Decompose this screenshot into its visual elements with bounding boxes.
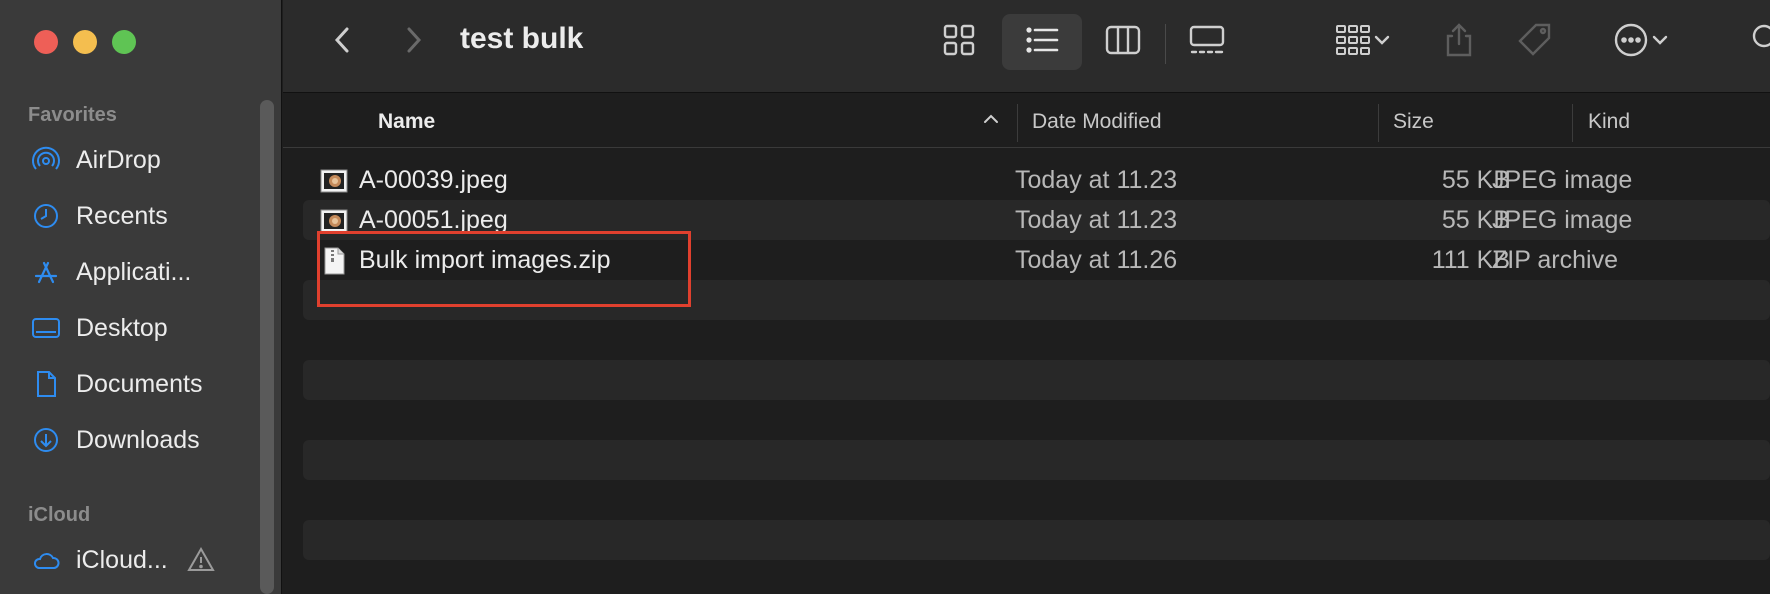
sidebar-heading-favorites: Favorites [28, 104, 117, 126]
grid-icon [940, 21, 978, 64]
share-icon [1440, 21, 1478, 64]
column-view-button[interactable] [1101, 20, 1145, 64]
sidebar-heading-icloud: iCloud [28, 504, 91, 526]
sidebar-item-label: iCloud... [76, 545, 168, 574]
highlight-box [317, 231, 691, 307]
file-date-modified: Today at 11.26 [1015, 246, 1178, 274]
sidebar-item-label: Recents [76, 201, 168, 230]
gallery-icon [1188, 21, 1226, 64]
column-divider[interactable] [1378, 104, 1379, 142]
sidebar-item-desktop[interactable]: Desktop [30, 308, 260, 348]
column-header-date-modified[interactable]: Date Modified [1032, 110, 1162, 134]
document-icon [30, 368, 62, 400]
sidebar: Favorites AirDrop Recents Applicati... D… [0, 0, 282, 594]
list-view-button[interactable] [1002, 14, 1082, 70]
clock-icon [30, 200, 62, 232]
tag-button[interactable] [1513, 20, 1557, 64]
column-header-kind[interactable]: Kind [1588, 110, 1630, 134]
share-button[interactable] [1437, 20, 1481, 64]
gallery-view-button[interactable] [1185, 20, 1229, 64]
applications-icon [30, 256, 62, 288]
forward-button[interactable] [391, 20, 435, 64]
icon-view-button[interactable] [937, 20, 981, 64]
airdrop-icon [30, 144, 62, 176]
search-icon [1749, 21, 1770, 64]
sidebar-item-label: Applicati... [76, 257, 192, 286]
sidebar-item-airdrop[interactable]: AirDrop [30, 140, 260, 180]
desktop-icon [30, 312, 62, 344]
window-controls [34, 30, 136, 54]
group-by-button[interactable] [1323, 20, 1403, 64]
column-divider[interactable] [1572, 104, 1573, 142]
toolbar-separator [1165, 24, 1166, 64]
sidebar-item-label: AirDrop [76, 145, 161, 174]
file-date-modified: Today at 11.23 [1015, 166, 1178, 194]
chevron-right-icon [394, 21, 432, 64]
close-button[interactable] [34, 30, 58, 54]
sidebar-item-icloud-drive[interactable]: iCloud... [30, 540, 260, 580]
group-grid-icon [1334, 21, 1372, 64]
back-button[interactable] [321, 20, 365, 64]
sidebar-item-documents[interactable]: Documents [30, 364, 260, 404]
chevron-left-icon [324, 21, 362, 64]
sidebar-item-recents[interactable]: Recents [30, 196, 260, 236]
ellipsis-circle-icon [1612, 21, 1650, 64]
file-date-modified: Today at 11.23 [1015, 206, 1178, 234]
sidebar-item-label: Desktop [76, 313, 168, 342]
column-header-size[interactable]: Size [1393, 110, 1434, 134]
sidebar-item-label: Downloads [76, 425, 200, 454]
toolbar: test bulk [283, 0, 1770, 93]
file-kind: ZIP archive [1492, 246, 1618, 274]
download-icon [30, 424, 62, 456]
column-header-name[interactable]: Name [378, 110, 435, 134]
columns-icon [1104, 21, 1142, 64]
finder-window: Favorites AirDrop Recents Applicati... D… [0, 0, 1770, 594]
zoom-button[interactable] [112, 30, 136, 54]
jpeg-file-icon [319, 166, 349, 196]
warning-icon [186, 545, 216, 575]
sort-ascending-icon[interactable] [980, 108, 1002, 130]
chevron-down-icon [1650, 30, 1670, 55]
chevron-down-icon [1372, 30, 1392, 55]
cloud-icon [30, 544, 62, 576]
empty-row [303, 360, 1770, 400]
file-kind: JPEG image [1492, 206, 1633, 234]
file-name: A-00039.jpeg [359, 166, 508, 194]
empty-row [303, 520, 1770, 560]
sidebar-item-label: Documents [76, 369, 203, 398]
tag-icon [1516, 21, 1554, 64]
file-row[interactable]: A-00039.jpeg Today at 11.23 55 KB JPEG i… [303, 160, 1770, 200]
column-divider[interactable] [1017, 104, 1018, 142]
search-button[interactable] [1749, 20, 1770, 64]
sidebar-item-downloads[interactable]: Downloads [30, 420, 260, 460]
window-title: test bulk [460, 22, 584, 55]
sidebar-item-applications[interactable]: Applicati... [30, 252, 260, 292]
file-kind: JPEG image [1492, 166, 1633, 194]
empty-row [303, 440, 1770, 480]
more-actions-button[interactable] [1601, 20, 1681, 64]
list-icon [1023, 21, 1061, 64]
minimize-button[interactable] [73, 30, 97, 54]
column-header-bar: Name Date Modified Size Kind [283, 94, 1770, 148]
sidebar-scrollbar[interactable] [260, 100, 274, 594]
